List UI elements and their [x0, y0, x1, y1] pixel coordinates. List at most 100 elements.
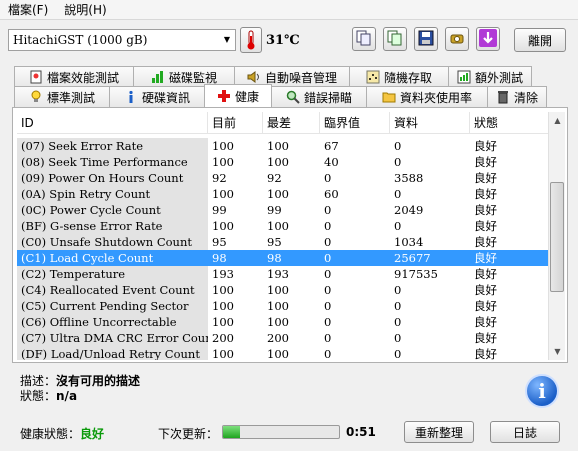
info-icon[interactable]: i	[525, 374, 559, 408]
table-row[interactable]: (C4) Reallocated Event Count 100 100 0 0 良好	[17, 282, 548, 298]
table-cell: (C2) Temperature	[17, 266, 208, 282]
tab-info[interactable]: 硬碟資訊	[109, 86, 205, 107]
save-button[interactable]	[414, 27, 438, 51]
health-label: 健康狀態：	[20, 427, 81, 441]
thermometer-icon	[240, 27, 262, 53]
camera-icon	[449, 30, 465, 49]
table-cell: 98	[208, 250, 263, 266]
copy-button[interactable]	[352, 27, 376, 51]
menu-help[interactable]: 說明(H)	[56, 1, 114, 18]
table-cell: 良好	[474, 331, 497, 345]
table-row[interactable]: (C6) Offline Uncorrectable 100 100 0 0 良好	[17, 314, 548, 330]
table-cell: 2049	[394, 203, 424, 217]
speaker-icon	[247, 70, 261, 84]
table-row[interactable]: (C2) Temperature 193 193 0 917535 良好	[17, 266, 548, 282]
table-cell: 100	[212, 219, 234, 233]
table-cell: 25677	[390, 250, 470, 266]
table-cell: (C5) Current Pending Sector	[17, 298, 208, 314]
log-button[interactable]: 日誌	[490, 421, 560, 443]
table-cell: 0	[324, 331, 332, 345]
vertical-scrollbar[interactable]: ▲ ▼	[548, 112, 565, 360]
table-cell: 良好	[470, 250, 548, 266]
table-cell: 100	[267, 299, 289, 313]
drive-select-value: HitachiGST (1000 gB)	[13, 33, 148, 47]
table-row[interactable]: (0C) Power Cycle Count 99 99 0 2049 良好	[17, 202, 548, 218]
table-cell: 良好	[474, 235, 497, 249]
table-cell: 0	[324, 219, 332, 233]
exit-button[interactable]: 離開	[514, 28, 566, 52]
table-cell: 良好	[474, 283, 497, 297]
refresh-button[interactable]: 重新整理	[404, 421, 474, 443]
folder-icon	[382, 90, 396, 104]
table-cell: 100	[267, 139, 289, 153]
table-cell: 95	[212, 235, 227, 249]
next-update-label: 下次更新：	[158, 427, 219, 441]
header-status[interactable]: 狀態	[470, 112, 548, 134]
table-row[interactable]: (BF) G-sense Error Rate 100 100 0 0 良好	[17, 218, 548, 234]
table-cell: 0	[394, 315, 402, 329]
header-id[interactable]: ID	[17, 112, 208, 134]
toolbar: HitachiGST (1000 gB) ▼ 31℃ 離開	[0, 24, 578, 60]
table-row[interactable]: (C0) Unsafe Shutdown Count 95 95 0 1034 良好	[17, 234, 548, 250]
drive-select[interactable]: HitachiGST (1000 gB) ▼	[8, 29, 236, 51]
state-label: 狀態：	[20, 389, 57, 403]
table-cell: 92	[267, 171, 282, 185]
tab-file-benchmark[interactable]: 檔案效能測試	[14, 66, 134, 87]
table-cell: 0	[394, 347, 402, 360]
table-cell: 98	[263, 250, 320, 266]
menu-bar: 檔案(F) 說明(H)	[0, 0, 578, 20]
table-cell: (C0) Unsafe Shutdown Count	[17, 234, 208, 250]
table-row[interactable]: (07) Seek Error Rate 100 100 67 0 良好	[17, 138, 548, 154]
table-cell: 0	[324, 283, 332, 297]
header-data[interactable]: 資料	[390, 112, 470, 134]
health-status: 健康狀態：良好	[20, 425, 104, 442]
bar-chart-icon	[151, 70, 165, 84]
table-row[interactable]: (09) Power On Hours Count 92 92 0 3588 良好	[17, 170, 548, 186]
header-worst[interactable]: 最差	[263, 112, 320, 134]
tab-extra-tests[interactable]: 額外測試	[448, 66, 532, 87]
table-row[interactable]: (DF) Load/Unload Retry Count 100 100 0 0 良好	[17, 346, 548, 360]
table-cell: 良好	[474, 347, 497, 360]
tab-row-bottom: 標準測試 硬碟資訊 健康 錯誤掃瞄 資料夾使用率 清除	[14, 84, 547, 107]
table-row[interactable]: (C5) Current Pending Sector 100 100 0 0 良好	[17, 298, 548, 314]
scroll-down-icon[interactable]: ▼	[549, 343, 566, 360]
scrollbar-thumb[interactable]	[550, 182, 564, 292]
table-cell: (DF) Load/Unload Retry Count	[17, 346, 208, 360]
health-value: 良好	[80, 427, 105, 441]
table-cell: 100	[267, 347, 289, 360]
table-cell: 良好	[474, 299, 497, 313]
table-cell: 良好	[474, 219, 497, 233]
info-small-icon	[124, 90, 138, 104]
table-cell: 良好	[474, 203, 497, 217]
scroll-up-icon[interactable]: ▲	[549, 112, 566, 129]
copy-icon	[356, 30, 372, 49]
table-cell: 200	[267, 331, 289, 345]
table-cell: 100	[212, 315, 234, 329]
table-row[interactable]: (C1) Load Cycle Count 98 98 0 25677 良好	[17, 250, 548, 266]
copy-all-button[interactable]	[383, 27, 407, 51]
tab-row-top: 檔案效能測試 磁碟監視 自動噪音管理 隨機存取 額外測試	[14, 66, 532, 87]
table-cell: 0	[394, 187, 402, 201]
header-threshold[interactable]: 臨界值	[320, 112, 390, 134]
table-cell: 0	[324, 203, 332, 217]
header-current[interactable]: 目前	[208, 112, 263, 134]
tab-health[interactable]: 健康	[204, 84, 272, 107]
tab-folder-usage[interactable]: 資料夾使用率	[366, 86, 488, 107]
table-cell: 3588	[394, 171, 424, 185]
tab-erase[interactable]: 清除	[487, 86, 547, 107]
screenshot-button[interactable]	[445, 27, 469, 51]
tab-benchmark[interactable]: 標準測試	[14, 86, 110, 107]
tab-random-access[interactable]: 隨機存取	[349, 66, 449, 87]
table-cell: 100	[212, 155, 234, 169]
state-value: n/a	[56, 389, 78, 403]
smart-panel: ID 目前 最差 臨界值 資料 狀態 (07) Seek Error Rate 1…	[12, 107, 568, 363]
table-row[interactable]: (08) Seek Time Performance 100 100 40 0 良好	[17, 154, 548, 170]
progress-fill	[223, 426, 241, 438]
table-row[interactable]: (C7) Ultra DMA CRC Error Count 200 200 0 0 良好	[17, 330, 548, 346]
table-row[interactable]: (0A) Spin Retry Count 100 100 60 0 良好	[17, 186, 548, 202]
minimize-to-tray-button[interactable]	[476, 27, 500, 51]
menu-file[interactable]: 檔案(F)	[0, 1, 56, 18]
countdown: 0:51	[346, 425, 376, 439]
table-cell: (08) Seek Time Performance	[17, 154, 208, 170]
tab-error-scan[interactable]: 錯誤掃瞄	[271, 86, 367, 107]
